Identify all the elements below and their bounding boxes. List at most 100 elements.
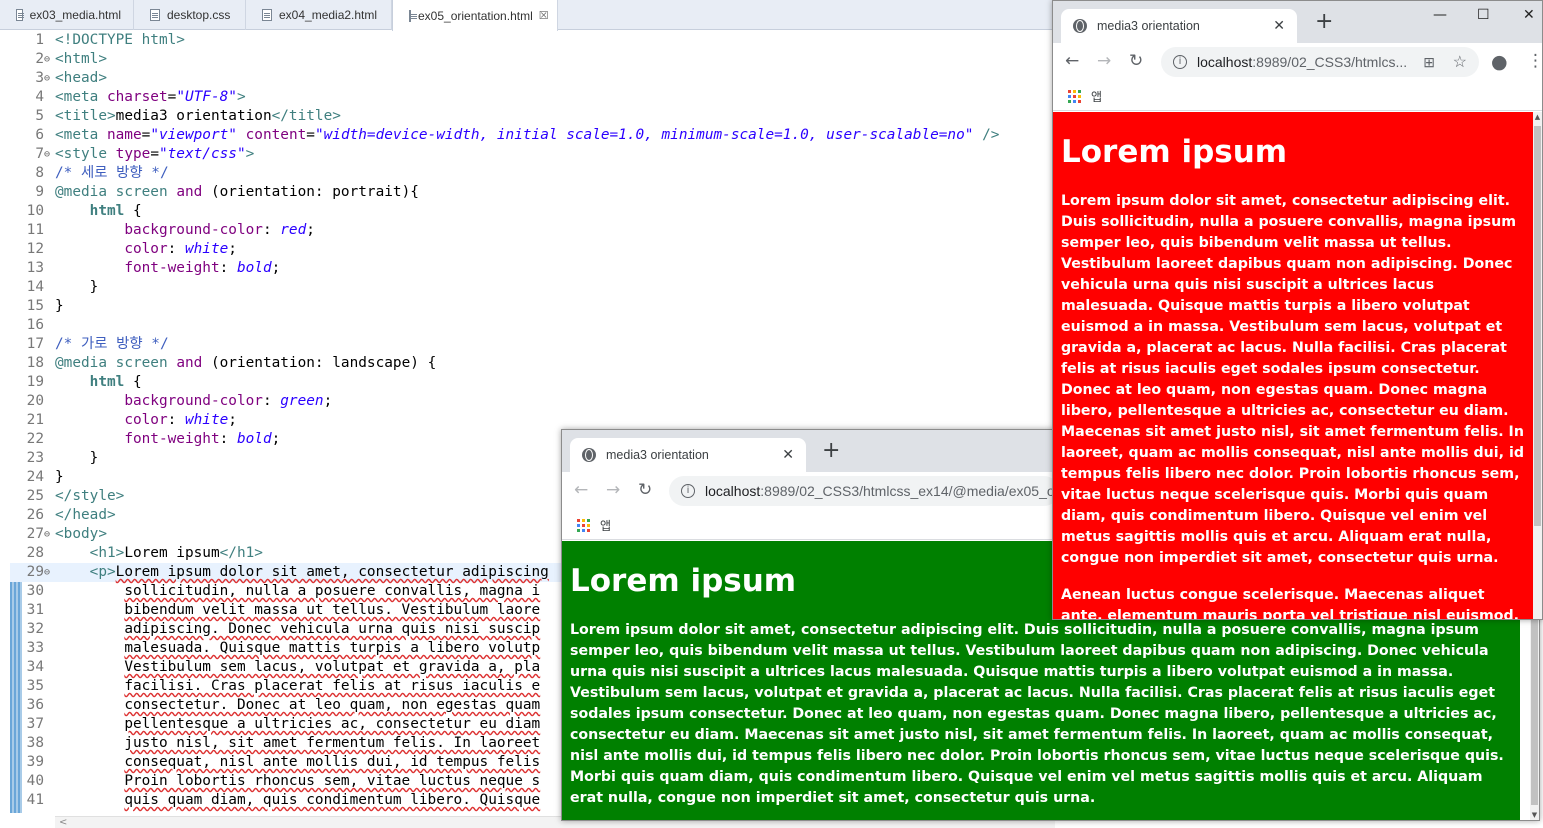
code-line[interactable]: 16 — [10, 316, 1060, 335]
code-line[interactable]: 12 color: white; — [10, 240, 1060, 259]
code-token: <h1> — [89, 545, 125, 561]
code-token: } — [55, 279, 99, 295]
forward-arrow-icon[interactable]: → — [1097, 51, 1111, 71]
code-line[interactable]: 1 <!DOCTYPE html> — [10, 31, 1060, 50]
page-paragraph: Lorem ipsum dolor sit amet, consectetur … — [1061, 193, 1524, 566]
fold-toggle-icon[interactable]: ⊖ — [44, 50, 54, 69]
code-token: </head> — [55, 507, 116, 523]
line-code: Proin lobortis rhoncus sem, vitae luctus… — [55, 772, 540, 791]
browser-tab-title: media3 orientation — [606, 448, 709, 462]
info-icon[interactable]: i — [1173, 55, 1187, 69]
fold-toggle-icon[interactable]: ⊖ — [44, 145, 54, 164]
apps-label[interactable]: 앱 — [600, 517, 611, 534]
line-code: pellentesque a ultricies ac, consectetur… — [55, 715, 540, 734]
tab-ex05-orientation[interactable]: ex05_orientation.html ☒ — [392, 0, 558, 31]
code-token: screen — [115, 184, 177, 200]
code-token: font-weight — [124, 260, 220, 276]
code-line[interactable]: 11 background-color: red; — [10, 221, 1060, 240]
fold-toggle-icon[interactable]: ⊖ — [44, 563, 54, 582]
code-line[interactable]: 19 html { — [10, 373, 1060, 392]
line-code: justo nisl, sit amet fermentum felis. In… — [55, 734, 540, 753]
browser-tab[interactable]: media3 orientation ✕ — [1061, 9, 1297, 43]
code-token: } — [55, 450, 99, 466]
translate-icon[interactable]: ⊞ — [1423, 54, 1435, 71]
code-line[interactable]: 14 } — [10, 278, 1060, 297]
code-token: (orientation: portrait){ — [210, 184, 419, 200]
code-line[interactable]: 9 @media screen and (orientation: portrai… — [10, 183, 1060, 202]
back-arrow-icon[interactable]: ← — [574, 480, 588, 500]
code-token: "width=device-width, initial scale=1.0, … — [314, 127, 974, 143]
line-code: <h1>Lorem ipsum</h1> — [55, 544, 263, 563]
code-line[interactable]: 7 ⊖ <style type="text/css"> — [10, 145, 1060, 164]
tab-desktop-css[interactable]: desktop.css — [134, 0, 246, 30]
scrollbar-thumb[interactable] — [1534, 126, 1541, 526]
line-code: facilisi. Cras placerat felis at risus i… — [55, 677, 540, 696]
apps-label[interactable]: 앱 — [1091, 88, 1102, 105]
code-line[interactable]: 21 color: white; — [10, 411, 1060, 430]
scroll-down-icon[interactable]: ▼ — [1530, 811, 1539, 819]
code-line[interactable]: 15} — [10, 297, 1060, 316]
close-tab-icon[interactable]: ☒ — [539, 9, 549, 22]
window-close-icon[interactable]: ✕ — [1523, 7, 1535, 23]
forward-arrow-icon[interactable]: → — [606, 480, 620, 500]
reload-icon[interactable]: ↻ — [1129, 51, 1143, 71]
apps-grid-icon[interactable] — [1068, 90, 1081, 103]
info-icon[interactable]: i — [681, 484, 695, 498]
line-code: background-color: red; — [55, 221, 315, 240]
fold-toggle-icon[interactable]: ⊖ — [44, 69, 54, 88]
code-token: } — [55, 298, 64, 314]
code-line[interactable]: 20 background-color: green; — [10, 392, 1060, 411]
address-bar[interactable]: i localhost:8989/02_CSS3/htmlcss_ex14/@m… — [669, 476, 1059, 506]
code-token: : — [262, 222, 281, 238]
browser-tab[interactable]: media3 orientation ✕ — [570, 438, 806, 472]
code-token: green — [280, 393, 324, 409]
menu-icon[interactable]: ⋮ — [1527, 51, 1542, 71]
code-token: media3 orientation — [115, 108, 272, 124]
code-line[interactable]: 17 /* 가로 방향 */ — [10, 335, 1060, 354]
line-code: } — [55, 297, 64, 316]
fold-toggle-icon[interactable]: ⊖ — [44, 525, 54, 544]
close-tab-icon[interactable]: ✕ — [782, 446, 794, 463]
maximize-icon[interactable]: ☐ — [1477, 7, 1490, 23]
code-token: : — [219, 431, 237, 447]
tab-ex03-media[interactable]: ex03_media.html — [0, 0, 134, 30]
code-line[interactable]: 3 ⊖ <head> — [10, 69, 1060, 88]
tab-ex04-media2[interactable]: ex04_media2.html — [246, 0, 392, 30]
new-tab-button[interactable]: + — [1315, 11, 1333, 33]
code-line[interactable]: 8 /* 세로 방향 */ — [10, 164, 1060, 183]
minimize-icon[interactable]: — — [1433, 7, 1447, 23]
new-tab-button[interactable]: + — [822, 440, 840, 462]
profile-icon[interactable]: ● — [1491, 51, 1508, 73]
star-icon[interactable]: ☆ — [1453, 52, 1467, 72]
line-code: color: white; — [55, 240, 237, 259]
code-line[interactable]: 5 <title>media3 orientation</title> — [10, 107, 1060, 126]
code-token: consectetur. Donec at leo quam, non eges… — [124, 697, 541, 713]
vertical-scrollbar[interactable]: ▲ — [1533, 112, 1542, 619]
address-bar[interactable]: i localhost:8989/02_CSS3/htmlcs... ⊞ ☆ — [1161, 47, 1479, 77]
reload-icon[interactable]: ↻ — [638, 480, 652, 500]
editor-tab-bar: ex03_media.html desktop.css ex04_media2.… — [0, 0, 1060, 31]
code-token: </h1> — [219, 545, 263, 561]
back-arrow-icon[interactable]: ← — [1065, 51, 1079, 71]
line-code: font-weight: bold; — [55, 259, 280, 278]
close-tab-icon[interactable]: ✕ — [1273, 17, 1285, 34]
code-line[interactable]: 18 @media screen and (orientation: landsc… — [10, 354, 1060, 373]
code-line[interactable]: 13 font-weight: bold; — [10, 259, 1060, 278]
scroll-up-icon[interactable]: ▲ — [1533, 113, 1542, 121]
code-line[interactable]: 4 <meta charset="UTF-8"> — [10, 88, 1060, 107]
code-token: bold — [236, 431, 272, 447]
line-number: 34 — [26, 659, 44, 675]
code-line[interactable]: 10 html { — [10, 202, 1060, 221]
apps-grid-icon[interactable] — [577, 519, 590, 532]
code-token: </style> — [55, 488, 125, 504]
url-host: localhost — [705, 483, 761, 499]
code-line[interactable]: 6 <meta name="viewport" content="width=de… — [10, 126, 1060, 145]
code-line[interactable]: 2 ⊖ <html> — [10, 50, 1060, 69]
line-number: 41 — [26, 792, 44, 808]
line-number: 12 — [26, 241, 44, 257]
